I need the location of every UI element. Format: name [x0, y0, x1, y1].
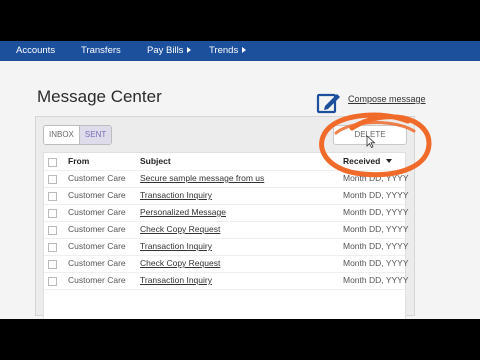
nav-accounts[interactable]: Accounts — [16, 45, 55, 57]
page-title: Message Center — [37, 87, 162, 106]
row-checkbox[interactable] — [48, 243, 57, 252]
table-row[interactable]: Customer Care Transaction Inquiry Month … — [44, 187, 409, 205]
nav-accounts-label: Accounts — [16, 45, 56, 56]
row-received: Month DD, YYYY — [343, 224, 409, 234]
top-nav: Accounts Transfers Pay Bills Trends — [0, 41, 480, 61]
table-row[interactable]: Customer Care Secure sample message from… — [44, 170, 409, 188]
nav-trends-label: Trends — [209, 45, 239, 56]
row-checkbox[interactable] — [48, 209, 57, 218]
folder-toggle: INBOX SENT — [43, 125, 113, 145]
nav-transfers[interactable]: Transfers — [81, 45, 121, 57]
row-checkbox[interactable] — [48, 192, 57, 201]
select-all-checkbox[interactable] — [48, 158, 57, 167]
nav-pay-bills[interactable]: Pay Bills — [147, 45, 192, 57]
chevron-right-icon — [242, 47, 247, 53]
sort-down-icon — [386, 159, 393, 163]
row-received: Month DD, YYYY — [343, 190, 409, 200]
row-subject-link[interactable]: Transaction Inquiry — [140, 241, 212, 252]
row-from: Customer Care — [68, 258, 126, 268]
table-row[interactable]: Customer Care Transaction Inquiry Month … — [44, 238, 409, 256]
row-checkbox[interactable] — [48, 175, 57, 184]
row-from: Customer Care — [68, 224, 126, 234]
compose-message-link[interactable]: Compose message — [348, 94, 426, 104]
app-screen: Accounts Transfers Pay Bills Trends Mess… — [0, 41, 480, 319]
message-table: From Subject Received Customer Care Secu… — [43, 152, 409, 319]
row-from: Customer Care — [68, 275, 126, 285]
column-header-received[interactable]: Received — [343, 156, 393, 167]
tab-sent[interactable]: SENT — [79, 126, 112, 144]
nav-trends[interactable]: Trends — [209, 45, 247, 57]
nav-transfers-label: Transfers — [81, 45, 121, 56]
row-received: Month DD, YYYY — [343, 275, 409, 285]
row-checkbox[interactable] — [48, 226, 57, 235]
row-subject-link[interactable]: Secure sample message from us — [140, 173, 264, 184]
row-subject-link[interactable]: Check Copy Request — [140, 224, 220, 235]
row-from: Customer Care — [68, 173, 126, 183]
row-received: Month DD, YYYY — [343, 258, 409, 268]
row-from: Customer Care — [68, 241, 126, 251]
row-subject-link[interactable]: Transaction Inquiry — [140, 190, 212, 201]
column-header-subject[interactable]: Subject — [140, 156, 171, 167]
table-row[interactable]: Customer Care Check Copy Request Month D… — [44, 255, 409, 273]
mouse-pointer-icon — [366, 135, 376, 148]
compose-icon[interactable] — [316, 91, 342, 115]
chevron-right-icon — [187, 47, 192, 53]
row-received: Month DD, YYYY — [343, 207, 409, 217]
row-subject-link[interactable]: Personalized Message — [140, 207, 226, 218]
table-row[interactable]: Customer Care Check Copy Request Month D… — [44, 221, 409, 239]
nav-pay-bills-label: Pay Bills — [147, 45, 184, 56]
column-header-from[interactable]: From — [68, 156, 89, 167]
row-subject-link[interactable]: Transaction Inquiry — [140, 275, 212, 286]
row-from: Customer Care — [68, 207, 126, 217]
row-from: Customer Care — [68, 190, 126, 200]
table-row[interactable]: Customer Care Personalized Message Month… — [44, 204, 409, 222]
column-header-received-label: Received — [343, 156, 381, 166]
table-header: From Subject Received — [44, 153, 405, 171]
table-row[interactable]: Customer Care Transaction Inquiry Month … — [44, 272, 409, 290]
row-checkbox[interactable] — [48, 277, 57, 286]
row-received: Month DD, YYYY — [343, 241, 409, 251]
tab-inbox[interactable]: INBOX — [44, 126, 80, 144]
row-checkbox[interactable] — [48, 260, 57, 269]
row-subject-link[interactable]: Check Copy Request — [140, 258, 220, 269]
row-received: Month DD, YYYY — [343, 173, 409, 183]
